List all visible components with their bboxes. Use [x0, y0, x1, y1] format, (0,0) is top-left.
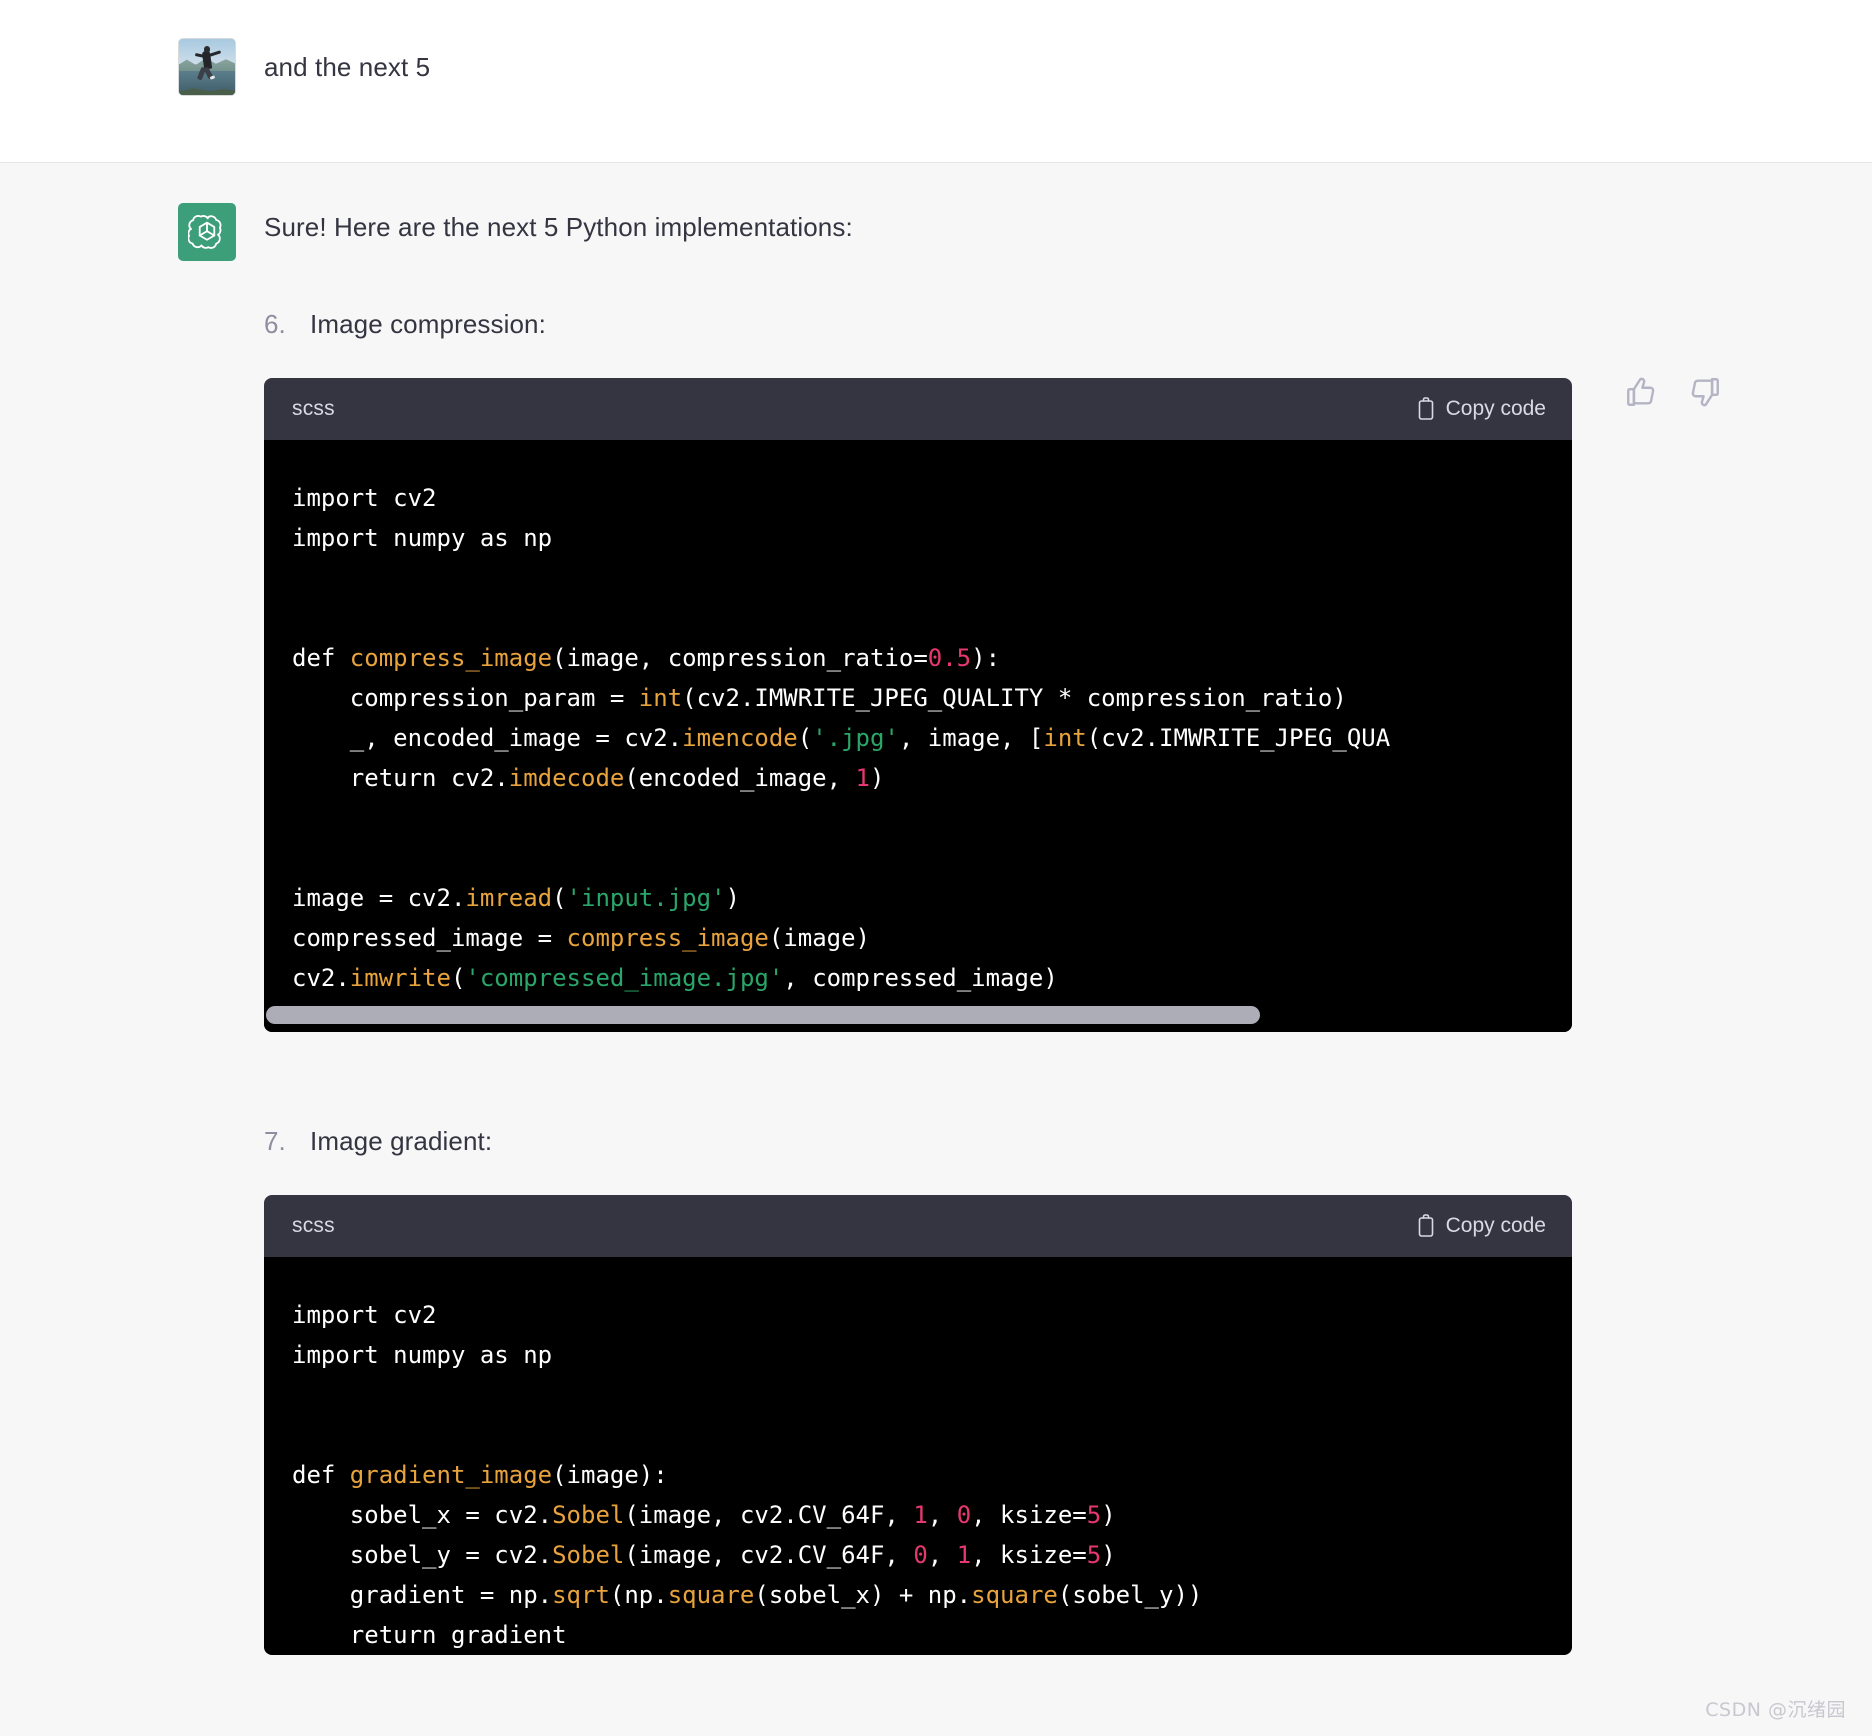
list-item-heading: 7. Image gradient:: [264, 1122, 1722, 1161]
clipboard-icon: [1416, 1213, 1436, 1238]
assistant-intro-text: Sure! Here are the next 5 Python impleme…: [264, 212, 853, 242]
code-block-body: import cv2 import numpy as np def gradie…: [264, 1256, 1572, 1655]
list-item-label: Image compression:: [310, 308, 546, 339]
openai-logo-icon: [188, 213, 226, 251]
code-block-body: import cv2 import numpy as np def compre…: [264, 439, 1572, 1032]
user-message-row: and the next 5: [0, 0, 1872, 163]
code-block: scss Copy code import cv2 import numpy a…: [264, 377, 1572, 1032]
list-item: 7. Image gradient: scss Copy code import…: [264, 1122, 1722, 1655]
list-item-heading: 6. Image compression:: [264, 305, 1722, 344]
code-language-label: scss: [292, 1213, 335, 1237]
list-item-number: 7.: [264, 1125, 286, 1156]
copy-code-button[interactable]: Copy code: [1416, 1214, 1546, 1238]
code-block-header: scss Copy code: [264, 377, 1572, 440]
code-horizontal-scrollbar[interactable]: [264, 997, 1572, 1032]
code-block-header: scss Copy code: [264, 1194, 1572, 1257]
code-language-label: scss: [292, 396, 335, 420]
assistant-message-row: Sure! Here are the next 5 Python impleme…: [0, 163, 1872, 1736]
assistant-content: Sure! Here are the next 5 Python impleme…: [264, 203, 1722, 1736]
avatar: [178, 203, 236, 261]
list-item-number: 6.: [264, 308, 286, 339]
watermark: CSDN @沉绪园: [1705, 1699, 1846, 1721]
code-block: scss Copy code import cv2 import numpy a…: [264, 1194, 1572, 1655]
clipboard-icon: [1416, 396, 1436, 421]
copy-code-label: Copy code: [1445, 396, 1546, 420]
user-message-inner: and the next 5: [0, 38, 1872, 96]
code-content[interactable]: import cv2 import numpy as np def compre…: [264, 478, 1572, 998]
list-item-label: Image gradient:: [310, 1125, 493, 1156]
copy-code-button[interactable]: Copy code: [1416, 397, 1546, 421]
chat-page: and the next 5 Sure! Here are the next 5…: [0, 0, 1872, 1736]
copy-code-label: Copy code: [1445, 1213, 1546, 1237]
code-content[interactable]: import cv2 import numpy as np def gradie…: [264, 1295, 1572, 1655]
scrollbar-thumb[interactable]: [266, 1005, 1261, 1024]
list-item: 6. Image compression: scss Copy code imp…: [264, 305, 1722, 1032]
assistant-message-inner: Sure! Here are the next 5 Python impleme…: [0, 203, 1872, 1736]
user-message-text: and the next 5: [264, 52, 431, 82]
avatar: [178, 38, 236, 96]
